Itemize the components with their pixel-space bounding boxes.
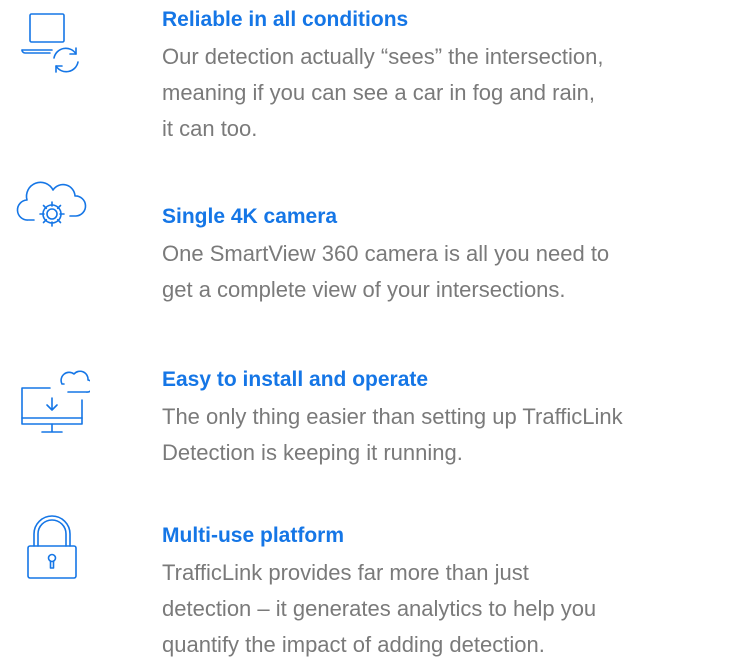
- padlock-icon: [14, 512, 90, 588]
- description-line: quantify the impact of adding detection.: [162, 632, 545, 657]
- cloud-gear-icon: [14, 166, 90, 242]
- description-line: One SmartView 360 camera is all you need…: [162, 241, 610, 266]
- description-line: detection – it generates analytics to he…: [162, 596, 597, 621]
- feature-title: Single 4K camera: [162, 205, 338, 228]
- description-line: The only thing easier than setting up Tr…: [162, 404, 623, 429]
- description-line: get a complete view of your intersection…: [162, 277, 566, 302]
- feature-title: Reliable in all conditions: [162, 8, 409, 31]
- feature-description: The only thing easier than setting up Tr…: [162, 399, 743, 471]
- laptop-sync-icon: [14, 4, 90, 80]
- description-line: it can too.: [162, 116, 258, 141]
- feature-description: One SmartView 360 camera is all you need…: [162, 236, 743, 308]
- cloud-download-monitor-icon: [14, 362, 90, 438]
- description-line: TrafficLink provides far more than just: [162, 560, 529, 585]
- description-line: meaning if you can see a car in fog and …: [162, 80, 595, 105]
- feature-description: TrafficLink provides far more than just …: [162, 555, 743, 663]
- feature-title: Easy to install and operate: [162, 368, 429, 391]
- feature-title: Multi-use platform: [162, 524, 344, 547]
- description-line: Our detection actually “sees” the inters…: [162, 44, 604, 69]
- feature-description: Our detection actually “sees” the inters…: [162, 39, 743, 147]
- description-line: Detection is keeping it running.: [162, 440, 463, 465]
